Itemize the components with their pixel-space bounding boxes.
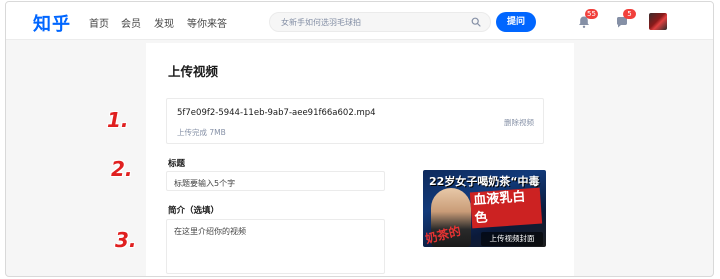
step-marker-1: 1. xyxy=(107,108,129,132)
search-icon[interactable] xyxy=(471,17,481,27)
browser-frame: 知乎 首页 会员 发现 等你来答 女新手如何选羽毛球拍 提问 55 5 上传视频… xyxy=(5,1,714,277)
messages-button[interactable]: 5 xyxy=(615,9,636,28)
nav-link-waiting[interactable]: 等你来答 xyxy=(187,15,227,30)
zhihu-logo[interactable]: 知乎 xyxy=(33,10,71,36)
video-cover[interactable]: 22岁女子喝奶茶“中毒 血液乳白色 奶茶的 上传视频封面 xyxy=(423,170,546,247)
notifications-button[interactable]: 55 xyxy=(577,9,598,28)
intro-label: 简介（选填） xyxy=(168,206,220,216)
delete-video-link[interactable]: 删除视频 xyxy=(504,117,534,128)
nav-link-home[interactable]: 首页 xyxy=(89,15,109,30)
search-box[interactable]: 女新手如何选羽毛球拍 xyxy=(269,12,491,32)
step-marker-3: 3. xyxy=(115,228,137,252)
cover-caption-line2: 血液乳白色 xyxy=(469,187,543,229)
search-placeholder: 女新手如何选羽毛球拍 xyxy=(281,18,361,27)
title-input[interactable]: 标题要输入5个字 xyxy=(166,171,385,191)
upload-card: 上传视频 5f7e09f2-5944-11eb-9ab7-aee91f66a60… xyxy=(146,43,574,276)
intro-textarea-text: 在这里介绍你的视频 xyxy=(174,227,246,236)
upload-cover-button[interactable]: 上传视频封面 xyxy=(481,232,543,246)
uploaded-file-box: 5f7e09f2-5944-11eb-9ab7-aee91f66a602.mp4… xyxy=(166,98,544,144)
nav-link-discover[interactable]: 发现 xyxy=(154,15,174,30)
ask-question-button[interactable]: 提问 xyxy=(496,12,536,32)
nav-link-vip[interactable]: 会员 xyxy=(121,15,141,30)
notification-badge: 55 xyxy=(585,9,598,19)
step-marker-2: 2. xyxy=(111,157,133,181)
title-input-text: 标题要输入5个字 xyxy=(174,179,236,188)
file-name: 5f7e09f2-5944-11eb-9ab7-aee91f66a602.mp4 xyxy=(177,108,376,118)
cover-caption-line1: 22岁女子喝奶茶“中毒 xyxy=(429,175,540,188)
intro-textarea[interactable]: 在这里介绍你的视频 xyxy=(166,219,385,274)
upload-status: 上传完成 7MB xyxy=(177,128,226,137)
message-badge: 5 xyxy=(623,9,636,19)
user-avatar[interactable] xyxy=(649,13,667,30)
page-title: 上传视频 xyxy=(168,64,219,79)
top-navbar: 知乎 首页 会员 发现 等你来答 女新手如何选羽毛球拍 提问 55 5 xyxy=(6,2,713,40)
title-label: 标题 xyxy=(168,159,186,169)
